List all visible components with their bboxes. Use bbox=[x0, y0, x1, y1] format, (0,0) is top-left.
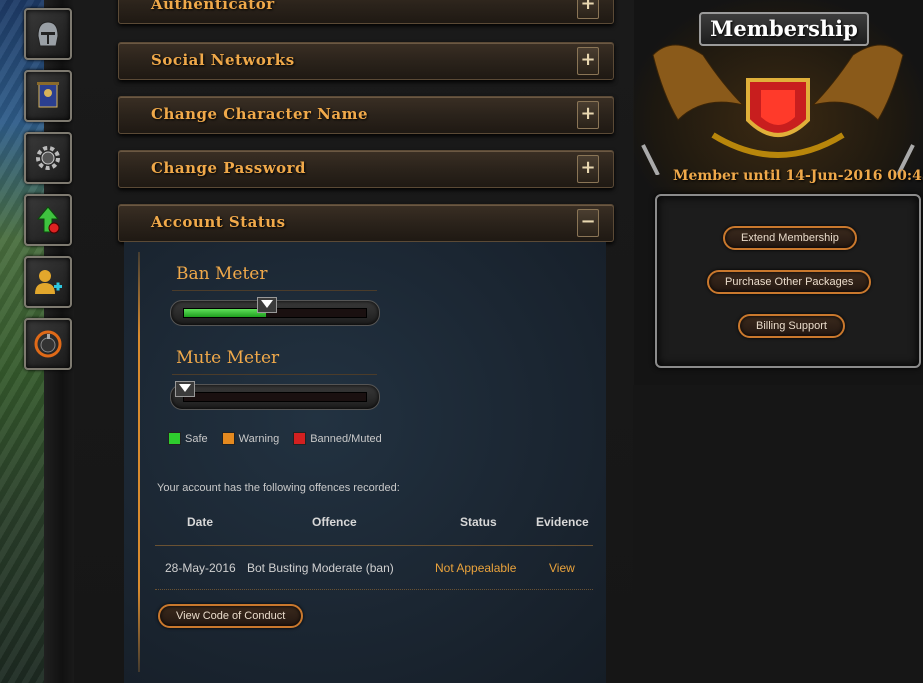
purchase-other-packages-button[interactable]: Purchase Other Packages bbox=[707, 270, 872, 294]
meter-legend: Safe Warning Banned/Muted bbox=[168, 432, 382, 445]
ban-meter bbox=[170, 297, 380, 326]
warning-swatch-icon bbox=[221, 432, 235, 445]
offence-date: 28-May-2016 bbox=[165, 561, 236, 575]
table-header-divider bbox=[155, 545, 593, 546]
mute-meter-track bbox=[175, 381, 367, 402]
expand-icon[interactable]: + bbox=[577, 101, 599, 129]
legend-label: Safe bbox=[185, 432, 208, 445]
view-code-of-conduct-button[interactable]: View Code of Conduct bbox=[158, 604, 304, 628]
mute-meter-marker-icon bbox=[175, 381, 195, 397]
section-title: Change Password bbox=[151, 159, 307, 177]
legend-banned: Banned/Muted bbox=[293, 432, 382, 445]
table-row-divider bbox=[155, 589, 593, 590]
membership-actions-frame: Extend Membership Purchase Other Package… bbox=[655, 194, 921, 368]
section-authenticator[interactable]: Authenticator + bbox=[118, 0, 614, 24]
safe-swatch-icon bbox=[168, 432, 181, 445]
column-header-offence: Offence bbox=[312, 515, 357, 529]
divider bbox=[172, 374, 377, 375]
banner-icon[interactable] bbox=[24, 70, 72, 122]
offence-status: Not Appealable bbox=[435, 561, 517, 575]
legend-warning: Warning bbox=[221, 432, 280, 445]
offence-description: Bot Busting Moderate (ban) bbox=[247, 561, 394, 575]
legend-label: Banned/Muted bbox=[310, 432, 382, 445]
legend-safe: Safe bbox=[168, 432, 208, 445]
right-background bbox=[633, 385, 923, 683]
membership-panel: Membership Member until 14-Jun-2016 00:4… bbox=[633, 0, 923, 385]
section-change-character-name[interactable]: Change Character Name + bbox=[118, 96, 614, 134]
bomb-icon[interactable] bbox=[24, 318, 72, 370]
expand-icon[interactable]: + bbox=[577, 47, 599, 75]
offences-intro: Your account has the following offences … bbox=[157, 482, 400, 494]
section-title: Social Networks bbox=[151, 51, 295, 69]
ban-meter-track bbox=[183, 297, 367, 318]
account-status-panel: Ban Meter Mute Meter Safe Warning Banned… bbox=[124, 242, 606, 683]
ban-meter-label: Ban Meter bbox=[176, 264, 268, 284]
column-header-date: Date bbox=[187, 515, 214, 529]
mute-meter-label: Mute Meter bbox=[176, 348, 280, 368]
divider bbox=[172, 290, 377, 291]
mute-meter bbox=[170, 381, 380, 410]
add-friend-icon[interactable] bbox=[24, 256, 72, 308]
dragon-crest-icon bbox=[641, 44, 915, 175]
column-header-status: Status bbox=[460, 515, 497, 529]
expand-icon[interactable]: + bbox=[577, 155, 599, 183]
gear-icon[interactable] bbox=[24, 132, 72, 184]
ban-meter-fill bbox=[184, 309, 266, 317]
section-change-password[interactable]: Change Password + bbox=[118, 150, 614, 188]
section-account-status[interactable]: Account Status − bbox=[118, 204, 614, 242]
sidebar bbox=[24, 8, 72, 380]
upgrade-icon[interactable] bbox=[24, 194, 72, 246]
ban-meter-marker-icon bbox=[256, 297, 277, 313]
legend-label: Warning bbox=[238, 432, 280, 445]
panel-divider bbox=[138, 252, 140, 672]
section-social-networks[interactable]: Social Networks + bbox=[118, 42, 614, 80]
membership-expiry: Member until 14-Jun-2016 00:43 bbox=[673, 168, 923, 184]
membership-title: Membership bbox=[699, 12, 869, 46]
view-evidence-link[interactable]: View bbox=[549, 561, 575, 575]
collapse-icon[interactable]: − bbox=[577, 209, 599, 237]
expand-icon[interactable]: + bbox=[577, 0, 599, 19]
banned-swatch-icon bbox=[293, 432, 307, 445]
section-title: Change Character Name bbox=[151, 105, 368, 123]
section-title: Account Status bbox=[151, 213, 286, 231]
extend-membership-button[interactable]: Extend Membership bbox=[723, 226, 857, 250]
helmet-icon[interactable] bbox=[24, 8, 72, 60]
section-title: Authenticator bbox=[151, 0, 275, 13]
column-header-evidence: Evidence bbox=[536, 515, 589, 529]
billing-support-button[interactable]: Billing Support bbox=[738, 314, 845, 338]
